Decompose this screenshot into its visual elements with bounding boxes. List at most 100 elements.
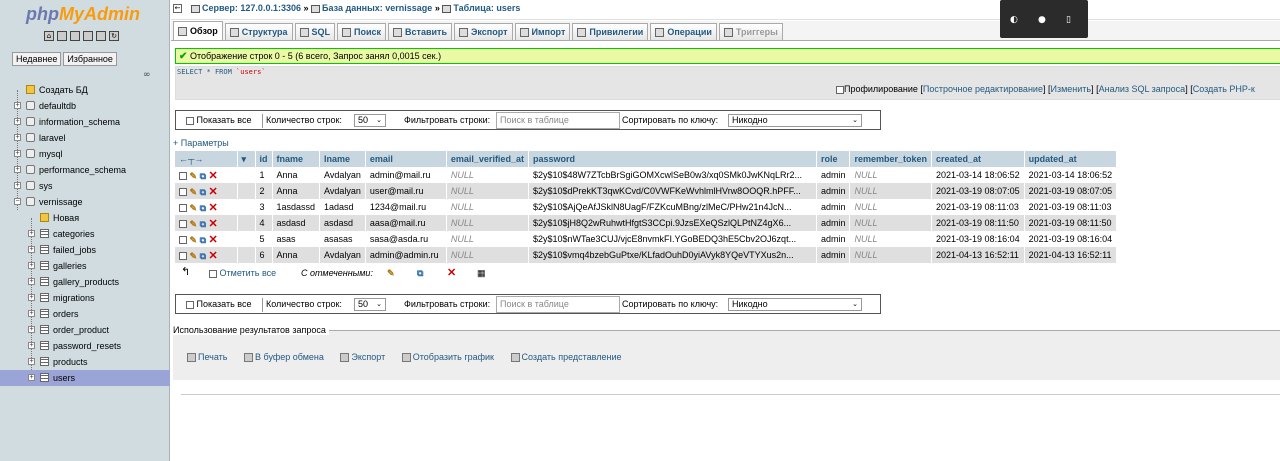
check-all-option[interactable]: Отметить все (209, 268, 276, 278)
col-header-email[interactable]: email (365, 151, 447, 167)
edit-pencil-icon[interactable]: ✎ (190, 235, 198, 245)
expand-icon[interactable]: + (14, 102, 21, 109)
col-header-lname[interactable]: lname (319, 151, 366, 167)
sidebar-item-defaultdb[interactable]: + defaultdb (0, 98, 170, 114)
sidebar-item-order-product[interactable]: + order_product (0, 322, 170, 338)
bulk-edit-icon[interactable]: ✎ (387, 268, 395, 279)
edit-pencil-icon[interactable]: ✎ (190, 219, 198, 229)
back-arrow-icon[interactable]: ← (173, 4, 182, 13)
expand-icon[interactable]: + (28, 262, 35, 269)
col-header-fname[interactable]: fname (272, 151, 321, 167)
expand-icon[interactable]: + (14, 182, 21, 189)
copy-row-icon[interactable]: ⧉ (200, 219, 206, 229)
delete-x-icon[interactable]: ✕ (209, 186, 218, 198)
delete-x-icon[interactable]: ✕ (209, 218, 218, 230)
table-row[interactable]: ✎ ⧉ ✕ 1 Anna Avdalyan admin@mail.ru NULL… (175, 167, 1118, 183)
sidebar-item-products[interactable]: + products (0, 354, 170, 370)
expand-icon[interactable]: + (14, 134, 21, 141)
sidebar-item-migrations[interactable]: + migrations (0, 290, 170, 306)
expand-icon[interactable]: + (28, 246, 35, 253)
copy-row-icon[interactable]: ⧉ (200, 171, 206, 181)
explain-sql-link[interactable]: Анализ SQL запроса (1099, 84, 1186, 94)
row-count-select[interactable]: 50 ⌄ (354, 298, 386, 311)
row-checkbox[interactable] (179, 204, 187, 213)
expand-icon[interactable]: + (14, 118, 21, 125)
trash-icon[interactable]: ▯ (1066, 15, 1071, 25)
tab-triggers[interactable]: Триггеры (718, 23, 783, 40)
display-chart-link[interactable]: Отобразить график (401, 352, 494, 363)
row-checkbox[interactable] (179, 188, 187, 197)
sidebar-item-information-schema[interactable]: + information_schema (0, 114, 170, 130)
edit-pencil-icon[interactable]: ✎ (190, 251, 198, 261)
sidebar-item-users[interactable]: + users (0, 370, 170, 386)
options-link[interactable]: + Параметры (173, 138, 229, 148)
sidebar-item-vernissage[interactable]: − vernissage (0, 194, 170, 210)
export-link[interactable]: Экспорт (340, 352, 385, 363)
bulk-delete-icon[interactable]: ✕ (447, 266, 456, 279)
table-row[interactable]: ✎ ⧉ ✕ 5 asas asasas sasa@asda.ru NULL $2… (175, 231, 1118, 247)
row-count-select[interactable]: 50 ⌄ (354, 114, 386, 127)
create-view-link[interactable]: Создать представление (510, 352, 622, 363)
drop-icon[interactable]: ● (1038, 15, 1046, 25)
recent-tab[interactable]: Недавнее (12, 52, 62, 66)
sidebar-item-orders[interactable]: + orders (0, 306, 170, 322)
docs-icon[interactable] (83, 31, 93, 41)
check-all-checkbox[interactable] (209, 269, 217, 278)
expand-icon[interactable]: + (28, 294, 35, 301)
tab-privileges[interactable]: Привилегии (572, 23, 649, 40)
print-link[interactable]: Печать (187, 352, 227, 363)
logout-icon[interactable] (57, 31, 67, 41)
row-checkbox[interactable] (179, 220, 187, 229)
show-all-checkbox[interactable] (186, 300, 194, 309)
show-all-option[interactable]: Показать все (186, 115, 251, 125)
breadcrumb-server[interactable]: Сервер: 127.0.0.1:3306 (202, 3, 301, 13)
sidebar-item-performance-schema[interactable]: + performance_schema (0, 162, 170, 178)
delete-x-icon[interactable]: ✕ (209, 170, 218, 182)
row-checkbox[interactable] (179, 252, 187, 261)
col-header-updated-at[interactable]: updated_at (1024, 151, 1118, 167)
expand-icon[interactable]: + (14, 166, 21, 173)
breadcrumb-table[interactable]: Таблица: users (453, 3, 520, 13)
help-icon[interactable] (70, 31, 80, 41)
favorites-tab[interactable]: Избранное (63, 52, 117, 66)
sort-arrows-header[interactable]: ←┬→ (175, 151, 238, 167)
collapse-icon[interactable]: − (14, 198, 21, 205)
sidebar-item-categories[interactable]: + categories (0, 226, 170, 242)
sidebar-item-sys[interactable]: + sys (0, 178, 170, 194)
table-row[interactable]: ✎ ⧉ ✕ 3 1asdassd 1adasd 1234@mail.ru NUL… (175, 199, 1118, 215)
tab-search[interactable]: Поиск (337, 23, 387, 40)
sort-by-key-select[interactable]: Никодно ⌄ (728, 114, 862, 127)
expand-icon[interactable]: + (28, 230, 35, 237)
col-header-password[interactable]: password (528, 151, 817, 167)
sidebar-item-password-resets[interactable]: + password_resets (0, 338, 170, 354)
filter-rows-input[interactable]: Поиск в таблице (496, 112, 620, 129)
tab-import[interactable]: Импорт (514, 23, 571, 40)
bulk-export-icon[interactable]: ▦ (477, 268, 486, 279)
reload-icon[interactable]: ↻ (109, 31, 119, 41)
link-icon[interactable]: ∞ (143, 70, 151, 80)
col-header-email-verified-at[interactable]: email_verified_at (446, 151, 529, 167)
expand-icon[interactable]: + (14, 150, 21, 157)
expand-icon[interactable]: + (28, 358, 35, 365)
table-row[interactable]: ✎ ⧉ ✕ 2 Anna Avdalyan user@mail.ru NULL … (175, 183, 1118, 199)
copy-row-icon[interactable]: ⧉ (200, 187, 206, 197)
tab-export[interactable]: Экспорт (453, 23, 513, 40)
tab-sql[interactable]: SQL (294, 23, 336, 40)
sidebar-item-failed-jobs[interactable]: + failed_jobs (0, 242, 170, 258)
copy-row-icon[interactable]: ⧉ (200, 203, 206, 213)
delete-x-icon[interactable]: ✕ (209, 202, 218, 214)
breadcrumb-database[interactable]: База данных: vernissage (322, 3, 432, 13)
table-row[interactable]: ✎ ⧉ ✕ 4 asdasd asdasd aasa@mail.ru NULL … (175, 215, 1118, 231)
sort-by-key-select[interactable]: Никодно ⌄ (728, 298, 862, 311)
sidebar-item-new-table[interactable]: Новая (0, 210, 170, 226)
col-header-remember-token[interactable]: remember_token (849, 151, 933, 167)
settings-icon[interactable] (96, 31, 106, 41)
copy-row-icon[interactable]: ⧉ (200, 235, 206, 245)
copy-to-clipboard-link[interactable]: В буфер обмена (244, 352, 324, 363)
col-header-role[interactable]: role (816, 151, 851, 167)
expand-icon[interactable]: + (28, 278, 35, 285)
edit-pencil-icon[interactable]: ✎ (190, 203, 198, 213)
home-icon[interactable]: ⌂ (44, 31, 54, 41)
edge-icon[interactable]: ◐ (1010, 15, 1018, 25)
inline-edit-link[interactable]: Построчное редактирование (923, 84, 1043, 94)
